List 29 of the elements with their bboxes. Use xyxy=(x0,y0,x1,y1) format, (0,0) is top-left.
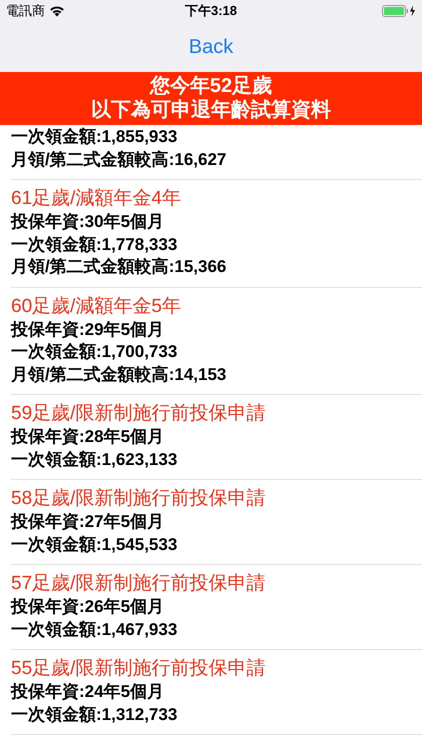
item-detail: 投保年資:30年5個月 xyxy=(11,211,166,233)
wifi-icon xyxy=(49,5,65,17)
item-detail: 月領/第二式金額較高:16,627 xyxy=(11,148,228,170)
banner-text: 以下為可申退年齡試算資料 xyxy=(90,98,332,122)
item-detail: 月領/第二式金額較高:14,153 xyxy=(11,364,228,386)
item-detail: 投保年資:26年5個月 xyxy=(11,596,166,618)
item-title: 60足歲/減額年金5年 xyxy=(11,294,182,318)
item-title: 57足歲/限新制施行前投保申請 xyxy=(11,572,266,596)
item-detail: 一次領金額:1,700,733 xyxy=(11,341,178,363)
item-detail: 投保年資:24年5個月 xyxy=(11,681,166,703)
carrier-label: 電訊商 xyxy=(6,2,45,20)
item-detail: 月領/第二式金額較高:15,366 xyxy=(11,256,228,278)
back-button[interactable]: Back xyxy=(180,32,242,62)
item-detail: 投保年資:28年5個月 xyxy=(11,426,166,448)
item-title: 55足歲/限新制施行前投保申請 xyxy=(11,657,266,681)
item-detail: 一次領金額:1,623,133 xyxy=(11,448,178,470)
item-detail: 一次領金額:1,467,933 xyxy=(11,618,178,640)
item-detail: 一次領金額:1,312,733 xyxy=(11,704,178,726)
item-detail: 一次領金額:1,778,333 xyxy=(11,234,178,256)
battery-charging-icon xyxy=(382,5,416,17)
status-time: 下午3:18 xyxy=(184,2,238,20)
item-title: 59足歲/限新制施行前投保申請 xyxy=(11,402,266,426)
item-title: 58足歲/限新制施行前投保申請 xyxy=(11,487,266,511)
banner-text: 您今年52足歲 xyxy=(148,74,274,98)
item-detail: 一次領金額:1,855,933 xyxy=(11,126,178,148)
item-detail: 投保年資:29年5個月 xyxy=(11,318,166,340)
item-detail: 一次領金額:1,545,533 xyxy=(11,534,178,556)
item-detail: 投保年資:27年5個月 xyxy=(11,511,166,533)
item-title: 61足歲/減額年金4年 xyxy=(11,187,182,211)
